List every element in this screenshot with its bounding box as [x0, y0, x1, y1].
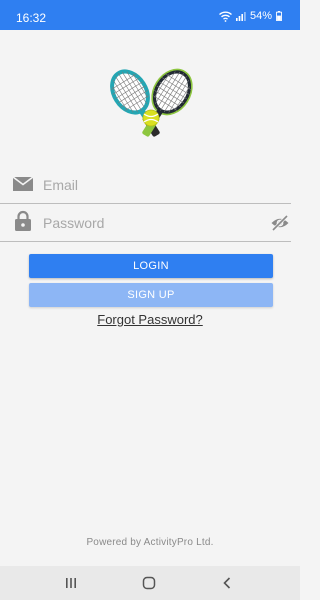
powered-by-text: Powered by ActivityPro Ltd. [86, 537, 214, 548]
login-button[interactable]: LOGIN [29, 254, 273, 278]
eye-off-icon[interactable] [270, 213, 290, 233]
status-indicators: 54% [219, 9, 282, 23]
lock-icon [11, 209, 35, 233]
home-icon[interactable] [141, 575, 157, 591]
signup-button[interactable]: SIGN UP [29, 283, 273, 307]
email-input[interactable] [43, 174, 243, 196]
password-input[interactable] [43, 212, 243, 234]
status-bar: 16:32 54% [0, 0, 300, 30]
forgot-password-link[interactable]: Forgot Password? [97, 312, 203, 327]
tennis-rackets-logo [104, 66, 198, 146]
recents-icon[interactable] [63, 575, 79, 591]
forgot-password-row: Forgot Password? [0, 312, 300, 328]
navigation-bar [0, 566, 300, 600]
mail-icon [11, 172, 35, 196]
wifi-icon [219, 11, 232, 22]
back-icon[interactable] [219, 575, 235, 591]
battery-level: 54% [249, 10, 272, 22]
status-time: 16:32 [16, 11, 47, 25]
password-field-row [0, 204, 291, 242]
email-field-row [0, 166, 291, 204]
battery-icon [276, 11, 282, 21]
signal-icon [235, 11, 246, 21]
